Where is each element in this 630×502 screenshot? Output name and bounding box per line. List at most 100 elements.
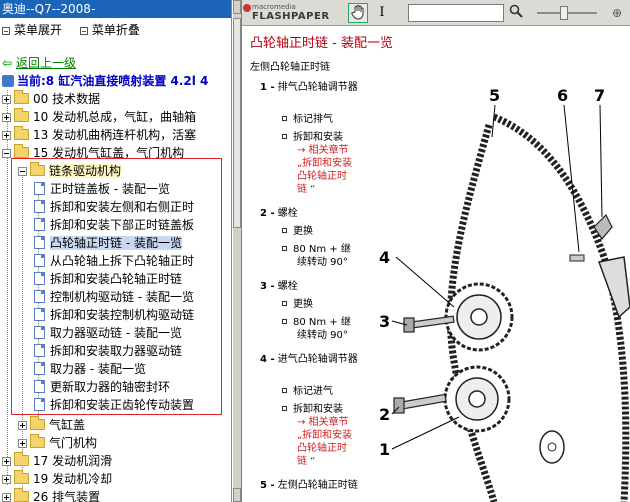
tree-doc-item[interactable]: 拆卸和安装左侧和右侧正时: [34, 198, 194, 216]
tree-node-label: 拆卸和安装控制机构驱动链: [50, 308, 195, 322]
tree-node-10[interactable]: 10 发动机总成，气缸，曲轴箱: [2, 108, 196, 126]
tree-doc-item[interactable]: 控制机构驱动链 - 装配一览: [34, 288, 194, 306]
expand-icon[interactable]: [2, 475, 11, 484]
scroll-up-button[interactable]: [233, 0, 241, 14]
legend-item: 80 Nm + 继: [282, 243, 351, 256]
tree-node-label: 拆卸和安装取力器驱动链: [50, 344, 183, 358]
callout-7: 7: [594, 86, 605, 105]
tree-doc-item[interactable]: 正时链盖板 - 装配一览: [34, 180, 170, 198]
tree-doc-item[interactable]: 拆卸和安装正齿轮传动装置: [34, 396, 194, 414]
expand-icon[interactable]: [18, 439, 27, 448]
back-link[interactable]: ⇦ 返回上一级: [2, 54, 76, 71]
text-select-button[interactable]: I: [372, 3, 392, 23]
tree-doc-item[interactable]: 更新取力器的轴密封环: [34, 378, 170, 396]
tree-doc-item[interactable]: 取力器 - 装配一览: [34, 360, 146, 378]
callout-2: 2: [379, 405, 390, 424]
collapse-icon[interactable]: [18, 167, 27, 176]
exhaust-camshaft-adjuster: [443, 365, 511, 433]
legend-item-text: 凸轮轴正时: [297, 443, 347, 454]
bullet-icon: [282, 319, 287, 324]
expand-icon[interactable]: [2, 457, 11, 466]
scroll-thumb[interactable]: [233, 18, 241, 228]
tree-node-label: 13 发动机曲柄连杆机构，活塞: [33, 128, 197, 142]
back-label: 返回上一级: [16, 56, 77, 70]
expand-icon[interactable]: [2, 95, 11, 104]
tree-doc-item[interactable]: 取力器驱动链 - 装配一览: [34, 324, 182, 342]
bullet-icon: [282, 228, 287, 233]
expand-icon[interactable]: [2, 131, 11, 140]
cross-reference-link[interactable]: → 相关章节: [297, 416, 349, 429]
tree-node-17[interactable]: 17 发动机润滑: [2, 452, 112, 470]
folder-icon: [14, 452, 29, 466]
expand-menu-button[interactable]: 菜单展开: [0, 20, 62, 40]
tree-doc-item[interactable]: 拆卸和安装取力器驱动链: [34, 342, 182, 360]
document-page: 凸轮轴正时链 - 装配一览 左侧凸轮轴正时链 1 - 排气凸轮轴调节器 标记排气…: [242, 27, 630, 502]
tree-doc-item[interactable]: 拆卸和安装下部正时链盖板: [34, 216, 194, 234]
folder-icon: [14, 108, 29, 122]
folder-icon: [30, 434, 45, 448]
expand-icon[interactable]: [2, 493, 11, 502]
macromedia-logo-icon: [243, 4, 251, 12]
zoom-slider-thumb[interactable]: [560, 6, 568, 20]
expand-label: 菜单展开: [14, 23, 63, 37]
cross-reference-link[interactable]: „拆卸和安装: [297, 429, 352, 442]
tree-node-00[interactable]: 00 技术数据: [2, 90, 100, 108]
legend-item-text: → 相关章节: [297, 417, 349, 428]
expand-icon[interactable]: [18, 421, 27, 430]
tree-doc-item[interactable]: 拆卸和安装凸轮轴正时链: [34, 270, 182, 288]
callout-3: 3: [379, 312, 390, 331]
cross-reference-link[interactable]: → 相关章节: [297, 144, 349, 157]
tree-node-19[interactable]: 19 发动机冷却: [2, 470, 112, 488]
tree-node-valve-gear[interactable]: 气门机构: [18, 434, 97, 452]
open-folder-icon: [30, 162, 45, 176]
legend-item: 续转动 90°: [297, 256, 348, 269]
tree-doc-item-selected[interactable]: 凸轮轴正时链 - 装配一览: [34, 234, 182, 252]
vertical-scrollbar[interactable]: [232, 0, 242, 502]
document-viewer: macromedia FLASHPAPER I ⊕ 凸轮轴正时链 - 装配一览 …: [242, 0, 630, 502]
collapse-menu-button[interactable]: 菜单折叠: [78, 20, 140, 40]
legend-item: 拆卸和安装: [282, 403, 343, 416]
tree-node-26[interactable]: 26 排气装置: [2, 488, 100, 502]
cross-reference-link[interactable]: 链 “: [297, 183, 315, 196]
document-icon: [34, 218, 45, 231]
bullet-icon: [282, 301, 287, 306]
cross-reference-link[interactable]: 凸轮轴正时: [297, 442, 347, 455]
document-icon: [34, 362, 45, 375]
legend-item-text: 拆卸和安装: [293, 132, 343, 143]
cross-reference-link[interactable]: 链 “: [297, 455, 315, 468]
legend-entry-1: 1 - 排气凸轮轴调节器: [260, 81, 378, 94]
bullet-icon: [282, 134, 287, 139]
tree-node-label: 控制机构驱动链 - 装配一览: [50, 290, 194, 304]
find-input[interactable]: [408, 4, 504, 22]
tree-node-label: 拆卸和安装下部正时链盖板: [50, 218, 195, 232]
collapse-icon[interactable]: [2, 149, 11, 158]
bullet-icon: [282, 406, 287, 411]
legend-item-text: 标记进气: [293, 386, 333, 397]
tree-node-cylinder-head[interactable]: 气缸盖: [18, 416, 85, 434]
find-button[interactable]: [506, 3, 526, 23]
tree-node-13[interactable]: 13 发动机曲柄连杆机构，活塞: [2, 126, 196, 144]
legend-title: 排气凸轮轴调节器: [277, 82, 358, 93]
tree-node-15[interactable]: 15 发动机气缸盖，气门机构: [2, 144, 184, 162]
menu-bar: 菜单展开 菜单折叠: [0, 20, 152, 40]
tree-node-label: 更新取力器的轴密封环: [50, 380, 171, 394]
legend-item-text: 续转动 90°: [297, 330, 348, 341]
current-label: 当前:8 缸汽油直接喷射装置 4.2l 4: [17, 74, 209, 88]
zoom-in-icon[interactable]: ⊕: [608, 4, 626, 22]
tree-doc-item[interactable]: 拆卸和安装控制机构驱动链: [34, 306, 194, 324]
legend-title: 左侧凸轮轴正时链: [277, 480, 358, 491]
legend-number: 5 -: [260, 480, 275, 491]
tree-doc-item[interactable]: 从凸轮轴上拆下凸轮轴正时: [34, 252, 194, 270]
legend-item-text: 链 “: [297, 184, 316, 195]
expand-icon[interactable]: [2, 113, 11, 122]
legend-item-text: „拆卸和安装: [297, 158, 353, 169]
callout-6: 6: [557, 86, 568, 105]
scroll-down-button[interactable]: [233, 488, 241, 502]
flashpaper-logo: macromedia FLASHPAPER: [243, 3, 330, 22]
exploded-view-diagram: 5 6 7 4 3 2 1: [374, 77, 630, 502]
cross-reference-link[interactable]: „拆卸和安装: [297, 157, 352, 170]
tree-node-chain-drive[interactable]: 链条驱动机构: [18, 162, 122, 180]
legend-number: 2 -: [260, 208, 275, 219]
hand-tool-button[interactable]: [348, 3, 368, 23]
cross-reference-link[interactable]: 凸轮轴正时: [297, 170, 347, 183]
